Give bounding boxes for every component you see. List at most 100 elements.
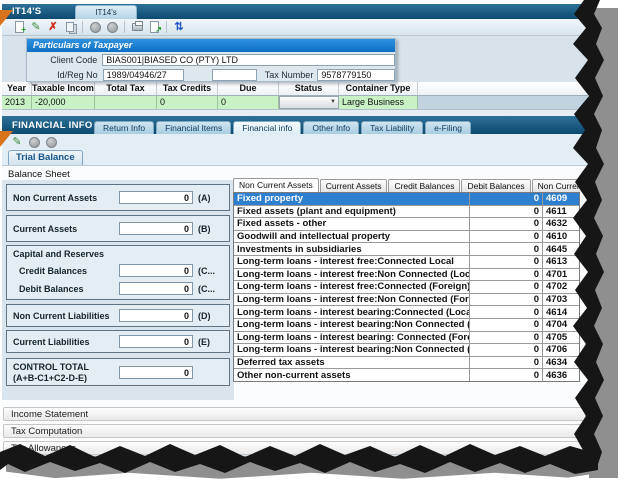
debit-balances-field[interactable]: 0 bbox=[119, 282, 193, 295]
fin-tab-financial-items[interactable]: Financial Items bbox=[156, 121, 231, 134]
detail-row-label: Long-term loans - interest bearing:Non C… bbox=[234, 344, 469, 355]
detail-row-label: Goodwill and intellectual property bbox=[234, 231, 469, 242]
current-assets-field[interactable]: 0 bbox=[119, 222, 193, 235]
summary-year-cell[interactable]: 2013 bbox=[2, 96, 32, 109]
non-current-assets-label: Non Current Assets bbox=[13, 193, 97, 203]
debit-balances-suffix: (C... bbox=[198, 284, 215, 294]
sync-icon[interactable]: ⇅ bbox=[172, 20, 186, 34]
fin-tab-other-info[interactable]: Other Info bbox=[303, 121, 359, 134]
detail-row-code: 4706 bbox=[542, 344, 579, 356]
confirm-icon-circle bbox=[29, 137, 40, 148]
toolbar-separator bbox=[124, 21, 125, 33]
detail-row-code: 4702 bbox=[542, 281, 579, 293]
detail-tab-current-assets[interactable]: Current Assets bbox=[320, 179, 388, 192]
summary-column-due: Due bbox=[218, 82, 279, 95]
detail-tabs: Non Current AssetsCurrent AssetsCredit B… bbox=[233, 178, 580, 192]
fin-tab-tax-liability[interactable]: Tax Liability bbox=[361, 121, 423, 134]
section-tax-allowances[interactable]: Tax Allowances bbox=[3, 441, 586, 455]
detail-row-4701[interactable]: Long-term loans - interest free:Non Conn… bbox=[234, 269, 579, 282]
toolbar-separator bbox=[82, 21, 83, 33]
detail-row-4636[interactable]: Other non-current assets04636 bbox=[234, 369, 579, 381]
forward-icon-circle bbox=[107, 22, 118, 33]
status-dropdown[interactable]: ▼ bbox=[279, 96, 339, 109]
capital-reserves-label: Capital and Reserves bbox=[13, 249, 104, 259]
fin-tab-return-info[interactable]: Return Info bbox=[94, 121, 154, 134]
summary-total-tax-cell[interactable] bbox=[95, 96, 157, 109]
detail-tab-credit-balances[interactable]: Credit Balances bbox=[388, 179, 460, 192]
cancel-icon[interactable] bbox=[44, 135, 58, 149]
window-tab-it14s[interactable]: IT14's bbox=[75, 5, 137, 19]
detail-tab-non-current-assets[interactable]: Non Current Assets bbox=[233, 178, 319, 192]
summary-due-cell[interactable]: 0 bbox=[218, 96, 279, 109]
detail-row-value: 0 bbox=[469, 218, 542, 230]
detail-row-4645[interactable]: Investments in subsidiaries04645 bbox=[234, 243, 579, 256]
id-reg-field[interactable]: 1989/04946/27 bbox=[103, 69, 185, 81]
summary-tax-credits-cell[interactable]: 0 bbox=[157, 96, 218, 109]
print-icon[interactable] bbox=[130, 20, 144, 34]
section-tax-computation[interactable]: Tax Computation bbox=[3, 424, 586, 438]
print-icon-body bbox=[132, 23, 143, 31]
detail-row-code: 4645 bbox=[542, 243, 579, 255]
forward-icon[interactable] bbox=[105, 20, 119, 34]
detail-row-4703[interactable]: Long-term loans - interest free:Non Conn… bbox=[234, 294, 579, 307]
detail-row-value: 0 bbox=[469, 369, 542, 381]
back-icon[interactable] bbox=[88, 20, 102, 34]
debit-balances-label: Debit Balances bbox=[19, 284, 84, 294]
detail-row-4614[interactable]: Long-term loans - interest bearing:Conne… bbox=[234, 306, 579, 319]
taxpayer-panel-header: Particulars of Taxpayer bbox=[27, 39, 395, 52]
summary-taxable-income-cell[interactable]: -20,000 bbox=[32, 96, 95, 109]
new-icon[interactable]: + bbox=[12, 20, 26, 34]
detail-row-4702[interactable]: Long-term loans - interest free:Connecte… bbox=[234, 281, 579, 294]
detail-row-label: Long-term loans - interest bearing: Conn… bbox=[234, 332, 469, 343]
summary-row[interactable]: 2013 -20,000 0 0 ▼ Large Business bbox=[2, 96, 588, 110]
non-current-liabilities-field[interactable]: 0 bbox=[119, 309, 193, 322]
control-total-field[interactable]: 0 bbox=[119, 366, 193, 379]
detail-grid: Fixed property04609Fixed assets (plant a… bbox=[233, 192, 580, 382]
delete-icon[interactable]: ✗ bbox=[46, 20, 60, 34]
detail-row-4634[interactable]: Deferred tax assets04634 bbox=[234, 357, 579, 370]
section-income-statement[interactable]: Income Statement bbox=[3, 407, 586, 421]
current-assets-label: Current Assets bbox=[13, 224, 77, 234]
fin-tab-e-filing[interactable]: e-Filing bbox=[425, 121, 471, 134]
edit-icon[interactable]: ✎ bbox=[29, 20, 43, 34]
detail-row-label: Fixed property bbox=[234, 193, 469, 204]
detail-row-value: 0 bbox=[469, 206, 542, 218]
summary-filler-cell bbox=[418, 96, 588, 109]
detail-row-4705[interactable]: Long-term loans - interest bearing: Conn… bbox=[234, 332, 579, 345]
detail-row-4613[interactable]: Long-term loans - interest free:Connecte… bbox=[234, 256, 579, 269]
detail-row-value: 0 bbox=[469, 357, 542, 369]
group-current-assets: Current Assets 0 (B) bbox=[6, 215, 230, 242]
detail-row-4706[interactable]: Long-term loans - interest bearing:Non C… bbox=[234, 344, 579, 357]
detail-row-value: 0 bbox=[469, 306, 542, 318]
detail-row-label: Deferred tax assets bbox=[234, 357, 469, 368]
export-icon[interactable]: ↗ bbox=[147, 20, 161, 34]
tab-trial-balance[interactable]: Trial Balance bbox=[8, 150, 83, 165]
fin-tab-financial-info[interactable]: Financial info bbox=[233, 121, 301, 134]
detail-row-label: Long-term loans - interest free:Connecte… bbox=[234, 256, 469, 267]
screenshot-page: IT14'S IT14's + ✎ ✗ ↗ ⇅ Particulars of T… bbox=[0, 0, 627, 490]
group-non-current-assets: Non Current Assets 0 (A) bbox=[6, 184, 230, 211]
confirm-icon[interactable] bbox=[27, 135, 41, 149]
detail-tab-debit-balances[interactable]: Debit Balances bbox=[461, 179, 530, 192]
detail-row-label: Investments in subsidiaries bbox=[234, 244, 469, 255]
detail-row-value: 0 bbox=[469, 256, 542, 268]
current-liabilities-field[interactable]: 0 bbox=[119, 335, 193, 348]
id-reg-field-2[interactable] bbox=[212, 69, 257, 81]
detail-row-code: 4705 bbox=[542, 332, 579, 344]
detail-row-4704[interactable]: Long-term loans - interest bearing:Non C… bbox=[234, 319, 579, 332]
detail-row-4632[interactable]: Fixed assets - other04632 bbox=[234, 218, 579, 231]
summary-column-taxable-income: Taxable Income bbox=[32, 82, 95, 95]
credit-balances-field[interactable]: 0 bbox=[119, 264, 193, 277]
non-current-assets-field[interactable]: 0 bbox=[119, 191, 193, 204]
copy-icon[interactable] bbox=[63, 20, 77, 34]
detail-row-code: 4703 bbox=[542, 294, 579, 306]
detail-row-4609[interactable]: Fixed property04609 bbox=[234, 193, 579, 206]
summary-container-type-cell[interactable]: Large Business bbox=[339, 96, 418, 109]
tax-number-field[interactable]: 9578779150 bbox=[317, 69, 395, 81]
client-code-field[interactable]: BIAS001|BIASED CO (PTY) LTD bbox=[102, 54, 395, 66]
detail-row-value: 0 bbox=[469, 193, 542, 205]
detail-row-4611[interactable]: Fixed assets (plant and equipment)04611 bbox=[234, 206, 579, 219]
detail-row-label: Long-term loans - interest bearing:Non C… bbox=[234, 319, 469, 330]
detail-row-4610[interactable]: Goodwill and intellectual property04610 bbox=[234, 231, 579, 244]
detail-row-code: 4610 bbox=[542, 231, 579, 243]
